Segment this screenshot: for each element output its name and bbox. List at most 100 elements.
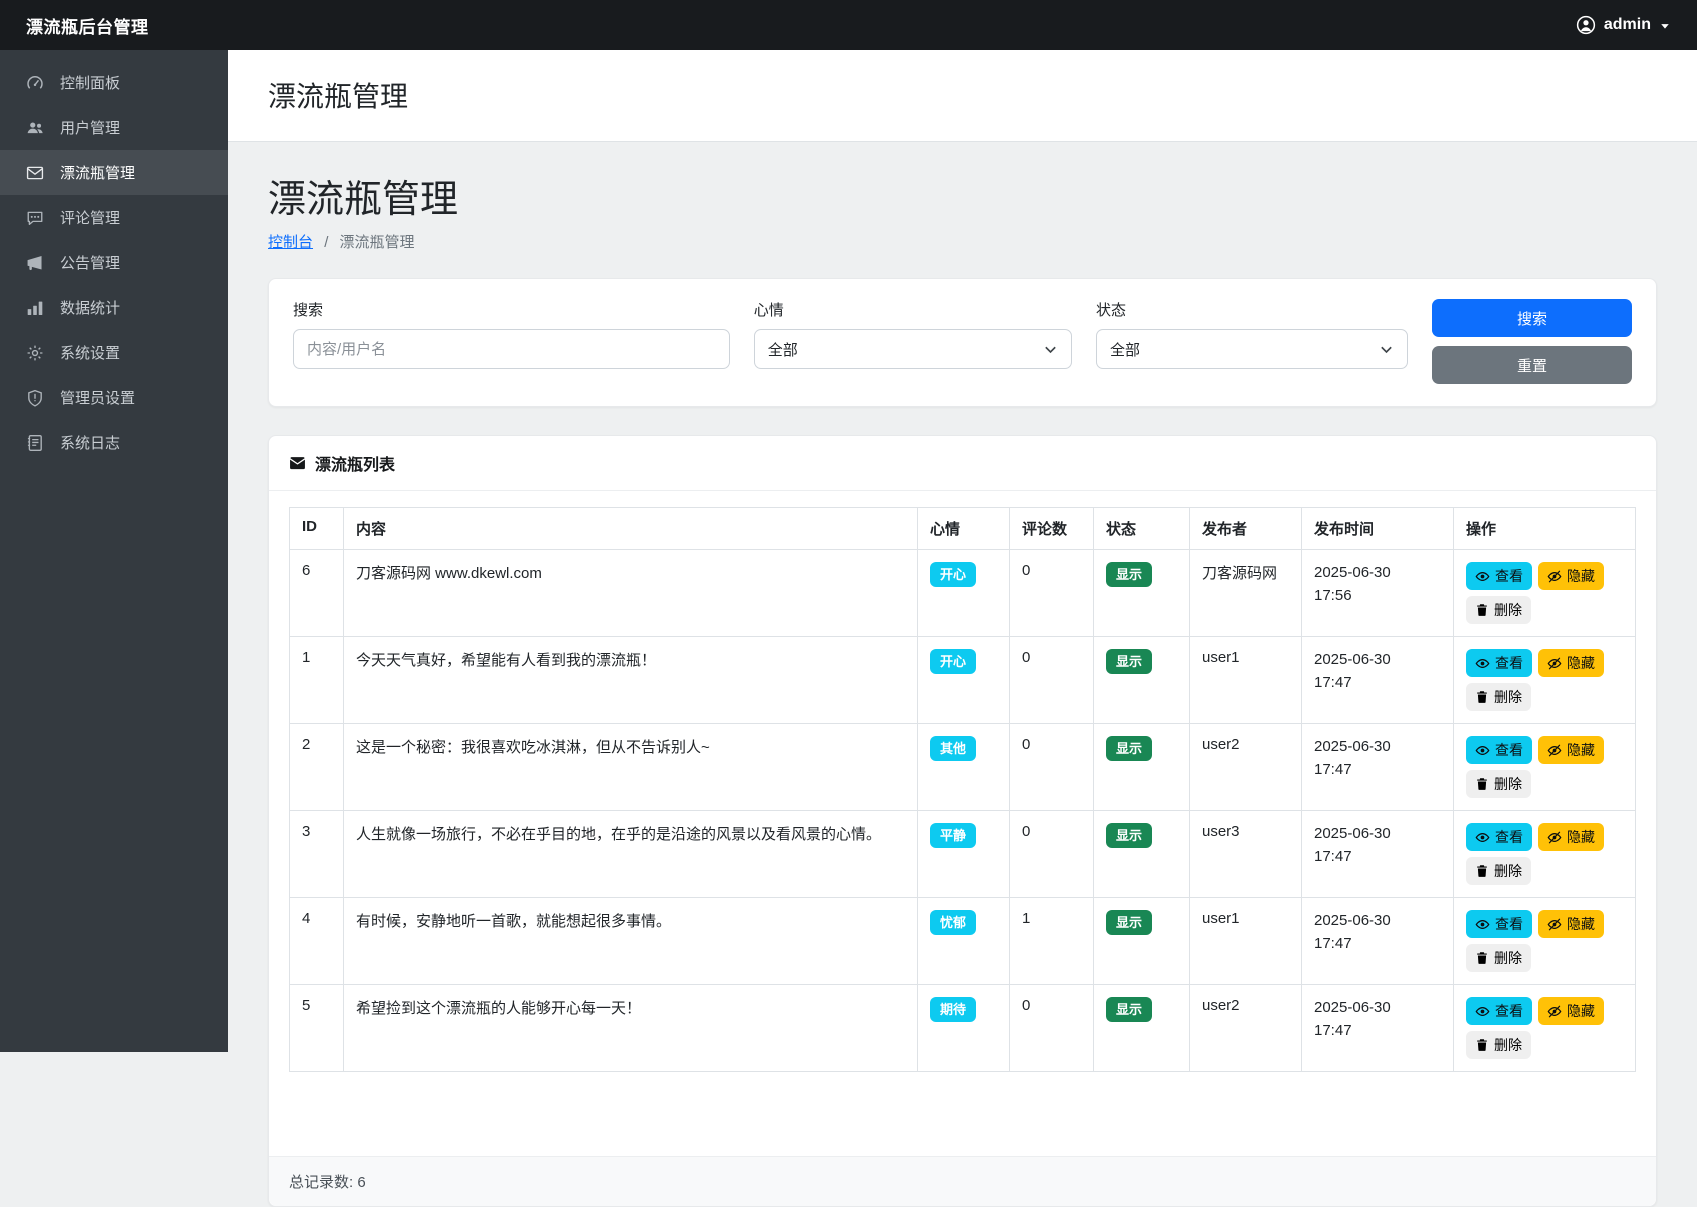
delete-button[interactable]: 删除 — [1466, 857, 1531, 885]
view-button[interactable]: 查看 — [1466, 649, 1532, 677]
sidebar-item-announcements[interactable]: 公告管理 — [0, 240, 228, 285]
breadcrumb-separator: / — [324, 234, 328, 251]
view-button[interactable]: 查看 — [1466, 823, 1532, 851]
view-button-label: 查看 — [1495, 1004, 1523, 1018]
sidebar-item-dashboard[interactable]: 控制面板 — [0, 60, 228, 105]
band-title: 漂流瓶管理 — [268, 75, 1657, 115]
bottle-list-card-header: 漂流瓶列表 — [269, 436, 1656, 491]
hide-button-label: 隐藏 — [1567, 656, 1595, 670]
cell-content: 有时候，安静地听一首歌，就能想起很多事情。 — [344, 898, 918, 985]
sidebar-item-comments[interactable]: 评论管理 — [0, 195, 228, 240]
sidebar-item-logs[interactable]: 系统日志 — [0, 420, 228, 465]
mood-badge: 期待 — [930, 997, 976, 1022]
publish-clock: 17:47 — [1314, 933, 1441, 956]
caret-down-icon — [1659, 20, 1671, 32]
view-button[interactable]: 查看 — [1466, 562, 1532, 590]
cell-actions: 查看 隐藏删除 — [1454, 811, 1636, 898]
delete-button[interactable]: 删除 — [1466, 683, 1531, 711]
journal-icon — [26, 434, 44, 452]
publish-date: 2025-06-30 — [1314, 736, 1441, 759]
sidebar-item-admins[interactable]: 管理员设置 — [0, 375, 228, 420]
user-menu[interactable]: admin — [1576, 15, 1671, 35]
sidebar-item-label: 系统设置 — [60, 342, 120, 363]
view-button[interactable]: 查看 — [1466, 910, 1532, 938]
cell-publish-time: 2025-06-3017:47 — [1302, 985, 1454, 1072]
status-select[interactable]: 全部 — [1096, 329, 1408, 369]
cell-mood: 开心 — [918, 550, 1010, 637]
search-input[interactable] — [293, 329, 730, 369]
reset-button[interactable]: 重置 — [1432, 346, 1632, 384]
sidebar-item-statistics[interactable]: 数据统计 — [0, 285, 228, 330]
sidebar-item-label: 用户管理 — [60, 117, 120, 138]
delete-button[interactable]: 删除 — [1466, 944, 1531, 972]
hide-button[interactable]: 隐藏 — [1538, 736, 1604, 764]
chat-icon — [26, 209, 44, 227]
hide-button[interactable]: 隐藏 — [1538, 649, 1604, 677]
hide-button[interactable]: 隐藏 — [1538, 997, 1604, 1025]
view-button[interactable]: 查看 — [1466, 736, 1532, 764]
cell-content: 今天天气真好，希望能有人看到我的漂流瓶！ — [344, 637, 918, 724]
hide-button-label: 隐藏 — [1567, 830, 1595, 844]
search-button[interactable]: 搜索 — [1432, 299, 1632, 337]
cell-publish-time: 2025-06-3017:56 — [1302, 550, 1454, 637]
bottle-list-card-body: ID内容心情评论数状态发布者发布时间操作 6刀客源码网 www.dkewl.co… — [269, 491, 1656, 1156]
publish-date: 2025-06-30 — [1314, 562, 1441, 585]
action-buttons: 查看 隐藏删除 — [1466, 997, 1623, 1059]
eye-slash-icon — [1547, 917, 1562, 932]
cell-publisher: user1 — [1190, 637, 1302, 724]
cell-publisher: user2 — [1190, 985, 1302, 1072]
cell-actions: 查看 隐藏删除 — [1454, 985, 1636, 1072]
hide-button[interactable]: 隐藏 — [1538, 823, 1604, 851]
view-button[interactable]: 查看 — [1466, 997, 1532, 1025]
mood-select[interactable]: 全部 — [754, 329, 1072, 369]
status-badge: 显示 — [1106, 649, 1152, 674]
sidebar-item-bottles[interactable]: 漂流瓶管理 — [0, 150, 228, 195]
publish-date: 2025-06-30 — [1314, 649, 1441, 672]
delete-button-label: 删除 — [1494, 864, 1522, 878]
view-button-label: 查看 — [1495, 743, 1523, 757]
mood-label: 心情 — [754, 299, 1072, 320]
column-header: 发布者 — [1190, 508, 1302, 550]
cell-mood: 开心 — [918, 637, 1010, 724]
column-header: 操作 — [1454, 508, 1636, 550]
eye-icon — [1475, 569, 1490, 584]
delete-button[interactable]: 删除 — [1466, 596, 1531, 624]
cell-id: 2 — [290, 724, 344, 811]
delete-button-label: 删除 — [1494, 690, 1522, 704]
sidebar-item-label: 数据统计 — [60, 297, 120, 318]
envelope-icon — [289, 455, 306, 472]
delete-button[interactable]: 删除 — [1466, 770, 1531, 798]
sidebar-item-settings[interactable]: 系统设置 — [0, 330, 228, 375]
cell-content: 人生就像一场旅行，不必在乎目的地，在乎的是沿途的风景以及看风景的心情。 — [344, 811, 918, 898]
status-badge: 显示 — [1106, 910, 1152, 935]
main-area: 漂流瓶管理 漂流瓶管理 控制台 / 漂流瓶管理 搜索 心情 全部 状态 — [228, 50, 1697, 1207]
eye-icon — [1475, 656, 1490, 671]
cell-mood: 其他 — [918, 724, 1010, 811]
users-icon — [26, 119, 44, 137]
cell-actions: 查看 隐藏删除 — [1454, 637, 1636, 724]
sidebar-nav: 控制面板用户管理漂流瓶管理评论管理公告管理数据统计系统设置管理员设置系统日志 — [0, 60, 228, 465]
page-title: 漂流瓶管理 — [268, 168, 1657, 223]
cell-id: 3 — [290, 811, 344, 898]
breadcrumb-home-link[interactable]: 控制台 — [268, 234, 313, 251]
status-field-group: 状态 全部 — [1096, 299, 1408, 369]
mood-badge: 开心 — [930, 562, 976, 587]
sidebar-item-users[interactable]: 用户管理 — [0, 105, 228, 150]
hide-button-label: 隐藏 — [1567, 1004, 1595, 1018]
hide-button[interactable]: 隐藏 — [1538, 562, 1604, 590]
hide-button[interactable]: 隐藏 — [1538, 910, 1604, 938]
table-row: 2这是一个秘密：我很喜欢吃冰淇淋，但从不告诉别人~其他0显示user22025-… — [290, 724, 1636, 811]
chevron-down-icon — [1043, 342, 1058, 357]
delete-button[interactable]: 删除 — [1466, 1031, 1531, 1059]
total-records: 总记录数: 6 — [289, 1174, 366, 1191]
cell-mood: 平静 — [918, 811, 1010, 898]
action-buttons: 查看隐藏删除 — [1466, 562, 1623, 624]
filter-buttons: 搜索 重置 — [1432, 299, 1632, 384]
action-buttons: 查看 隐藏删除 — [1466, 649, 1623, 711]
eye-slash-icon — [1547, 569, 1562, 584]
sidebar-item-label: 公告管理 — [60, 252, 120, 273]
publish-clock: 17:47 — [1314, 846, 1441, 869]
envelope-icon — [26, 164, 44, 182]
column-header: 评论数 — [1010, 508, 1094, 550]
cell-comments: 0 — [1010, 724, 1094, 811]
